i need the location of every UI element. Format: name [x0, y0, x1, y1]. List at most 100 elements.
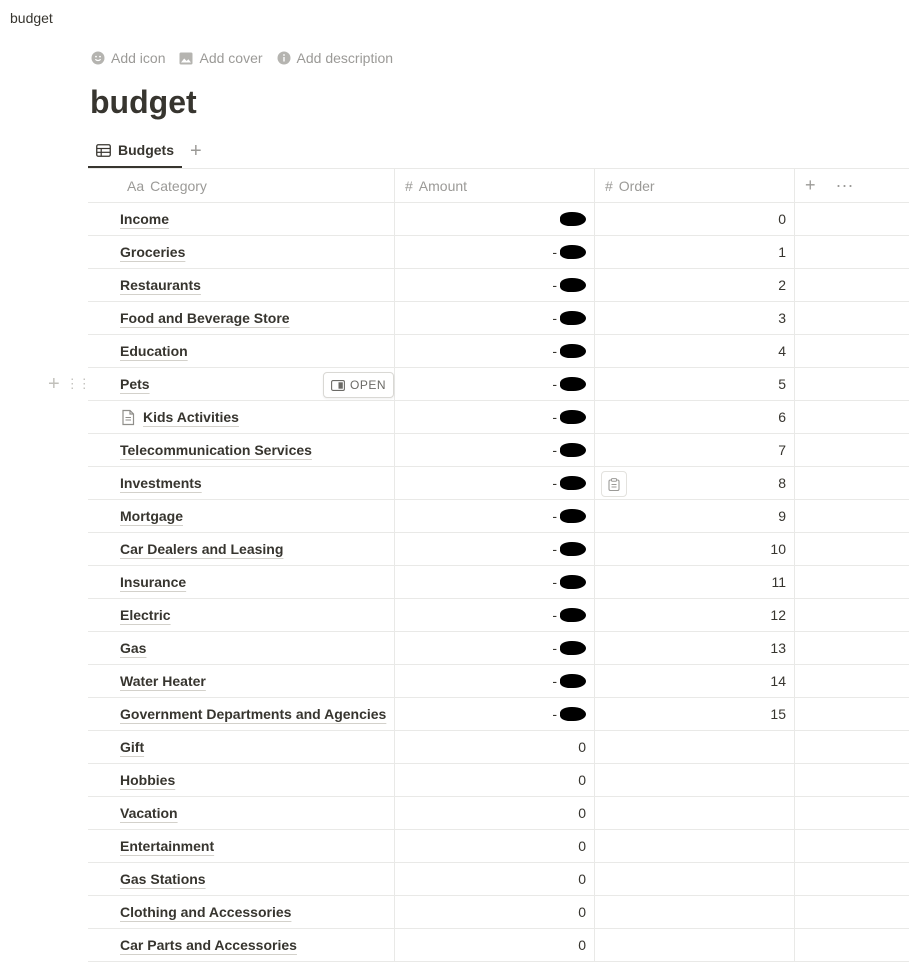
category-cell[interactable]: Electric — [88, 599, 395, 631]
table-row[interactable]: Mortgage - 9 — [88, 500, 909, 533]
order-cell[interactable]: 6 — [595, 401, 795, 433]
table-row[interactable]: Water Heater - 14 — [88, 665, 909, 698]
order-cell[interactable]: 5 — [595, 368, 795, 400]
category-name[interactable]: Electric — [120, 607, 171, 623]
order-cell[interactable] — [595, 929, 795, 961]
table-row[interactable]: Car Dealers and Leasing - 10 — [88, 533, 909, 566]
table-row[interactable]: Restaurants - 2 — [88, 269, 909, 302]
table-row[interactable]: Clothing and Accessories 0 — [88, 896, 909, 929]
amount-cell[interactable]: - — [395, 236, 595, 268]
drag-handle-icon[interactable]: ⋮⋮ — [66, 376, 91, 392]
table-row[interactable]: Gas Stations 0 — [88, 863, 909, 896]
column-header-order[interactable]: # Order — [595, 169, 795, 202]
table-row[interactable]: Pets - 5 + ⋮⋮ OPEN — [48, 368, 909, 401]
category-cell[interactable]: Education — [88, 335, 395, 367]
amount-cell[interactable]: 0 — [395, 863, 595, 895]
column-header-amount[interactable]: # Amount — [395, 169, 595, 202]
amount-cell[interactable]: - — [395, 533, 595, 565]
order-cell[interactable] — [595, 731, 795, 763]
category-name[interactable]: Restaurants — [120, 277, 201, 293]
amount-cell[interactable]: - — [395, 467, 595, 499]
amount-cell[interactable]: - — [395, 698, 595, 730]
table-row[interactable]: Government Departments and Agencies - 15 — [88, 698, 909, 731]
category-cell[interactable]: Gas — [88, 632, 395, 664]
amount-cell[interactable] — [395, 203, 595, 235]
order-cell[interactable]: 9 — [595, 500, 795, 532]
amount-cell[interactable]: - — [395, 599, 595, 631]
table-row[interactable]: Electric - 12 — [88, 599, 909, 632]
order-cell[interactable] — [595, 863, 795, 895]
tab-budgets[interactable]: Budgets — [88, 134, 182, 168]
amount-cell[interactable]: 0 — [395, 929, 595, 961]
add-description-button[interactable]: Add description — [277, 50, 393, 66]
category-cell[interactable]: Income — [88, 203, 395, 235]
category-cell[interactable]: Mortgage — [88, 500, 395, 532]
category-name[interactable]: Kids Activities — [143, 409, 239, 425]
category-name[interactable]: Gas Stations — [120, 871, 206, 887]
add-cover-button[interactable]: Add cover — [179, 50, 263, 66]
order-cell[interactable]: 0 — [595, 203, 795, 235]
order-cell[interactable] — [595, 797, 795, 829]
table-row[interactable]: Kids Activities - 6 — [88, 401, 909, 434]
category-cell[interactable]: Restaurants — [88, 269, 395, 301]
category-name[interactable]: Pets — [120, 376, 150, 392]
order-cell[interactable]: 4 — [595, 335, 795, 367]
table-row[interactable]: Gift 0 — [88, 731, 909, 764]
category-name[interactable]: Vacation — [120, 805, 178, 821]
order-cell[interactable] — [595, 896, 795, 928]
order-cell[interactable] — [595, 830, 795, 862]
copy-button[interactable] — [601, 471, 627, 497]
amount-cell[interactable]: - — [395, 401, 595, 433]
category-name[interactable]: Groceries — [120, 244, 185, 260]
amount-cell[interactable]: - — [395, 302, 595, 334]
order-cell[interactable]: 10 — [595, 533, 795, 565]
category-name[interactable]: Entertainment — [120, 838, 214, 854]
amount-cell[interactable]: 0 — [395, 797, 595, 829]
table-row[interactable]: Gas - 13 — [88, 632, 909, 665]
add-view-icon[interactable]: + — [190, 141, 202, 161]
category-cell[interactable]: Investments — [88, 467, 395, 499]
open-button[interactable]: OPEN — [323, 372, 395, 398]
table-row[interactable]: Insurance - 11 — [88, 566, 909, 599]
category-name[interactable]: Water Heater — [120, 673, 206, 689]
order-cell[interactable]: 13 — [595, 632, 795, 664]
category-cell[interactable]: Water Heater — [88, 665, 395, 697]
category-cell[interactable]: Government Departments and Agencies — [88, 698, 395, 730]
category-name[interactable]: Insurance — [120, 574, 186, 590]
amount-cell[interactable]: - — [395, 269, 595, 301]
category-cell[interactable]: Car Parts and Accessories — [88, 929, 395, 961]
category-cell[interactable]: Hobbies — [88, 764, 395, 796]
category-name[interactable]: Food and Beverage Store — [120, 310, 290, 326]
table-row[interactable]: Telecommunication Services - 7 — [88, 434, 909, 467]
amount-cell[interactable]: - — [395, 500, 595, 532]
add-row-icon[interactable]: + — [48, 374, 60, 394]
column-header-category[interactable]: Aa Category — [88, 169, 395, 202]
category-name[interactable]: Education — [120, 343, 188, 359]
category-name[interactable]: Gas — [120, 640, 146, 656]
table-row[interactable]: Car Parts and Accessories 0 — [88, 929, 909, 962]
category-cell[interactable]: Vacation — [88, 797, 395, 829]
category-name[interactable]: Gift — [120, 739, 144, 755]
category-cell[interactable]: Food and Beverage Store — [88, 302, 395, 334]
table-row[interactable]: Food and Beverage Store - 3 — [88, 302, 909, 335]
category-name[interactable]: Income — [120, 211, 169, 227]
row-handle[interactable]: + ⋮⋮ — [48, 374, 91, 394]
amount-cell[interactable]: - — [395, 434, 595, 466]
table-row[interactable]: Groceries - 1 — [88, 236, 909, 269]
table-row[interactable]: Investments - 8 — [88, 467, 909, 500]
category-name[interactable]: Clothing and Accessories — [120, 904, 291, 920]
table-row[interactable]: Hobbies 0 — [88, 764, 909, 797]
order-cell[interactable]: 1 — [595, 236, 795, 268]
category-cell[interactable]: Kids Activities — [88, 401, 395, 433]
order-cell[interactable]: 3 — [595, 302, 795, 334]
category-cell[interactable]: Entertainment — [88, 830, 395, 862]
amount-cell[interactable]: - — [395, 566, 595, 598]
amount-cell[interactable]: - — [395, 632, 595, 664]
add-property-icon[interactable]: + — [805, 175, 816, 196]
category-cell[interactable]: Clothing and Accessories — [88, 896, 395, 928]
category-cell[interactable]: Telecommunication Services — [88, 434, 395, 466]
category-cell[interactable]: Gas Stations — [88, 863, 395, 895]
order-cell[interactable]: 7 — [595, 434, 795, 466]
category-name[interactable]: Hobbies — [120, 772, 175, 788]
order-cell[interactable]: 2 — [595, 269, 795, 301]
